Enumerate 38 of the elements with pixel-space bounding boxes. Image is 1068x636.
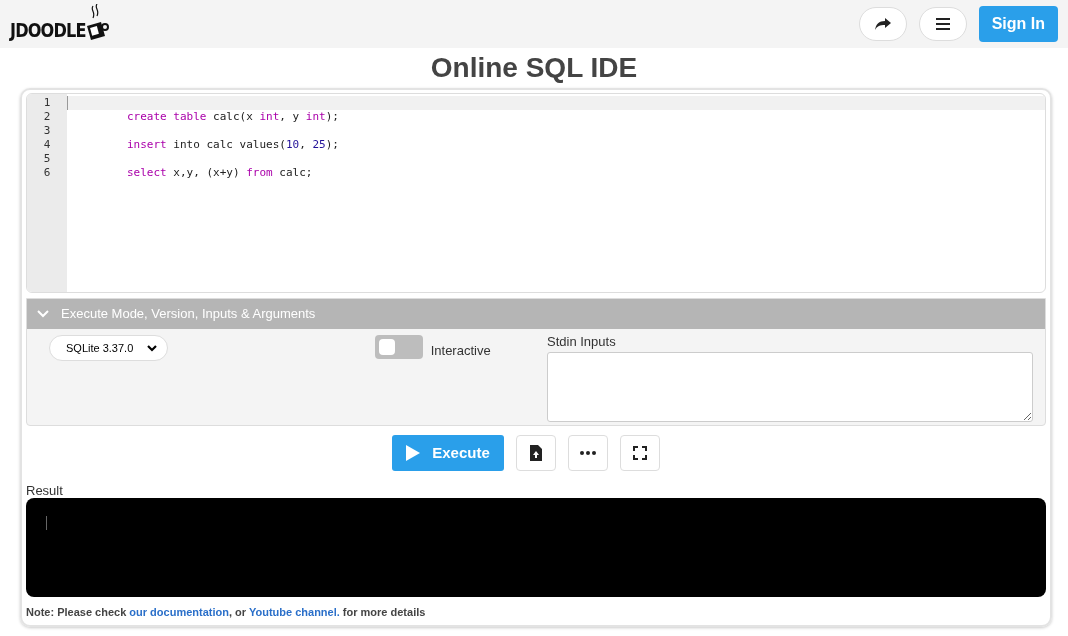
text-cursor: [46, 516, 47, 530]
more-icon: [580, 451, 596, 455]
code-line: select x,y, (x+y) from calc;: [126, 166, 314, 180]
more-button[interactable]: [568, 435, 608, 471]
share-icon: [874, 17, 891, 31]
stdin-label: Stdin Inputs: [547, 335, 617, 349]
line-number: 5: [42, 152, 52, 166]
code-line: create table calc(x int, y int);: [126, 110, 340, 124]
upload-button[interactable]: [516, 435, 556, 471]
page-title: Online SQL IDE: [429, 51, 639, 85]
version-select[interactable]: SQLite 3.37.0: [49, 335, 169, 362]
link[interactable]: our documentation: [129, 606, 229, 618]
interactive-toggle[interactable]: [374, 335, 423, 359]
result-label: Result: [26, 483, 64, 498]
chevron-icon: [37, 310, 49, 318]
share-button[interactable]: [858, 7, 907, 41]
fullscreen-icon: [633, 446, 647, 460]
caret-icon: [147, 344, 158, 352]
note-text: Note: Please check our documentation, or Youtube channel. for more details: [26, 605, 427, 620]
fullscreen-button[interactable]: [620, 435, 660, 471]
menu-button[interactable]: [918, 7, 967, 41]
logo-text[interactable]: JDOODLE: [10, 15, 86, 44]
link[interactable]: Youtube channel.: [248, 606, 340, 618]
options-heading: Execute Mode, Version, Inputs & Arguments: [61, 305, 316, 324]
file-upload-icon: [530, 445, 542, 461]
play-icon: [406, 445, 421, 461]
menu-icon: [935, 18, 950, 30]
sign-in-button[interactable]: Sign In: [978, 6, 1058, 42]
line-number: 6: [42, 166, 52, 180]
line-number: 3: [42, 124, 52, 138]
line-number: 1: [42, 96, 52, 110]
line-number: 4: [42, 138, 52, 152]
stdin-field[interactable]: [547, 352, 1033, 422]
code-editor[interactable]: 1 2 3 4 5 6 create table calc(x int, y int); insert into calc values(10, 25); select x,y, (x+y) from calc;: [26, 93, 1046, 293]
code-line: insert into calc values(10, 25);: [126, 138, 340, 152]
interactive-label: Interactive: [430, 342, 491, 360]
line-number: 2: [42, 110, 52, 124]
execute-button[interactable]: Execute: [392, 435, 504, 471]
